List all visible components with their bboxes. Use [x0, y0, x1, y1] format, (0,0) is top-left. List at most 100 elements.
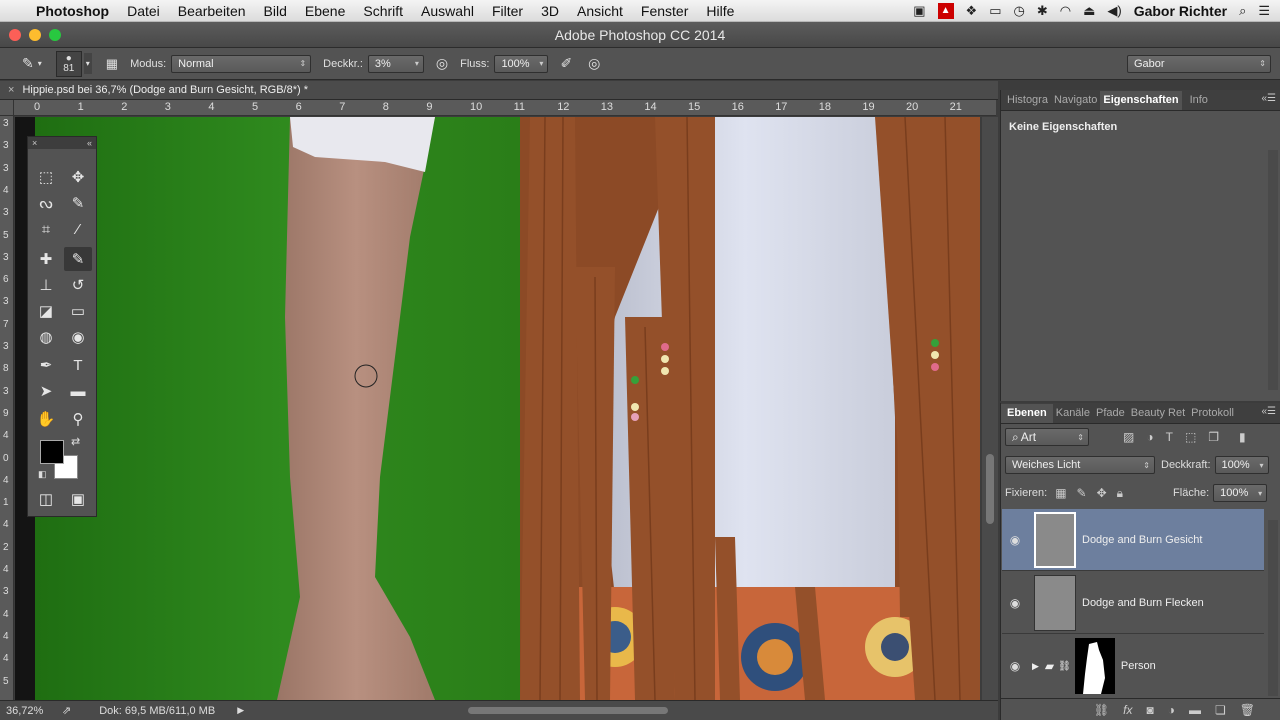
minimize-window-button[interactable] — [29, 29, 41, 41]
lock-pixels-icon[interactable]: ✎ — [1077, 486, 1087, 500]
clone-stamp-tool-icon[interactable]: ⊥ — [32, 273, 60, 297]
layer-name[interactable]: Dodge and Burn Flecken — [1082, 597, 1204, 609]
zoom-level[interactable]: 36,72% — [6, 705, 56, 717]
default-colors-icon[interactable]: ◧ — [38, 469, 47, 480]
layer-filter-select[interactable]: ⌕ Art ⇕ — [1005, 428, 1089, 446]
layer-style-icon[interactable]: fx — [1123, 703, 1132, 717]
blend-mode-select[interactable]: Weiches Licht ⇕ — [1005, 456, 1155, 474]
tab-channels[interactable]: Kanäle — [1053, 404, 1093, 423]
menu-ebene[interactable]: Ebene — [305, 3, 345, 19]
expand-group-icon[interactable]: ▶ — [1032, 661, 1039, 672]
crop-tool-icon[interactable]: ⌗ — [32, 217, 60, 241]
dropbox-icon[interactable]: ❖ — [966, 3, 978, 19]
quick-selection-tool-icon[interactable]: ✎ — [64, 191, 92, 215]
tool-preset-arrow-icon[interactable]: ▾ — [38, 59, 42, 68]
workspace-select[interactable]: Gabor ⇕ — [1127, 54, 1271, 73]
canvas-vertical-scrollbar[interactable] — [982, 117, 998, 700]
menu-datei[interactable]: Datei — [127, 3, 160, 19]
document-tab[interactable]: × Hippie.psd bei 36,7% (Dodge and Burn G… — [0, 81, 998, 100]
horizontal-scroll-thumb[interactable] — [468, 707, 668, 714]
brush-panel-icon[interactable]: ▦ — [106, 56, 118, 72]
dodge-tool-icon[interactable]: ◉ — [64, 325, 92, 349]
layers-panel-menu-icon[interactable]: «☰ — [1261, 406, 1276, 417]
rectangle-tool-icon[interactable]: ▬ — [64, 379, 92, 403]
swap-colors-icon[interactable]: ⇄ — [71, 435, 80, 448]
app-menu[interactable]: Photoshop — [36, 3, 109, 19]
brush-tool-icon[interactable]: ✎ — [22, 55, 34, 72]
document-canvas[interactable] — [15, 117, 980, 700]
vertical-scroll-thumb[interactable] — [986, 454, 994, 524]
close-document-icon[interactable]: × — [8, 84, 14, 96]
brush-tool-icon[interactable]: ✎ — [64, 247, 92, 271]
menu-bild[interactable]: Bild — [264, 3, 287, 19]
tab-navigator[interactable]: Navigato — [1051, 91, 1100, 110]
lasso-tool-icon[interactable]: ᔓ — [32, 191, 60, 215]
screen-icon[interactable]: ▣ — [913, 3, 925, 19]
filter-pixel-icon[interactable]: ▨ — [1123, 430, 1134, 444]
pen-tool-icon[interactable]: ✒ — [32, 353, 60, 377]
brush-size-picker[interactable]: ● 81 — [55, 50, 82, 77]
new-adjustment-layer-icon[interactable]: ◑ — [1168, 703, 1175, 717]
tab-info[interactable]: Info — [1182, 91, 1211, 110]
menu-auswahl[interactable]: Auswahl — [421, 3, 474, 19]
app-status-icon[interactable]: ▲ — [937, 3, 954, 19]
tab-beauty-retouch[interactable]: Beauty Ret — [1128, 404, 1188, 423]
properties-panel-menu-icon[interactable]: «☰ — [1261, 93, 1276, 104]
new-group-icon[interactable]: ▬ — [1189, 703, 1201, 717]
opacity-field[interactable]: 3% ▾ — [367, 54, 424, 73]
eraser-tool-icon[interactable]: ◪ — [32, 299, 60, 323]
menu-3d[interactable]: 3D — [541, 3, 559, 19]
layer-row[interactable]: ◉ ▶ ▰ ⛓ Person — [1002, 635, 1264, 697]
brush-arrow-icon[interactable]: ▾ — [83, 53, 92, 74]
new-layer-icon[interactable]: ❏ — [1215, 703, 1226, 717]
properties-scrollbar[interactable] — [1268, 150, 1278, 390]
menu-ansicht[interactable]: Ansicht — [577, 3, 623, 19]
menu-schrift[interactable]: Schrift — [363, 3, 403, 19]
menu-filter[interactable]: Filter — [492, 3, 523, 19]
foreground-color-swatch[interactable] — [40, 440, 64, 464]
layer-row[interactable]: ◉ Dodge and Burn Flecken — [1002, 572, 1264, 634]
layer-fill-field[interactable]: 100% ▾ — [1213, 484, 1268, 502]
filter-adjustment-icon[interactable]: ◑ — [1146, 430, 1153, 444]
tab-layers[interactable]: Ebenen — [1001, 404, 1053, 423]
layer-row[interactable]: ◉ Dodge and Burn Gesicht — [1002, 509, 1264, 571]
ruler-corner[interactable] — [0, 100, 14, 116]
ruler-top[interactable]: 0 1 2 3 4 5 6 7 8 9 10 11 12 13 14 15 16 17 18 19 20 21 — [14, 100, 996, 116]
type-tool-icon[interactable]: T — [64, 353, 92, 377]
filter-type-icon[interactable]: T — [1166, 430, 1173, 444]
lock-transparency-icon[interactable]: ▦ — [1055, 486, 1066, 500]
layer-name[interactable]: Dodge and Burn Gesicht — [1082, 534, 1202, 546]
layer-name[interactable]: Person — [1121, 660, 1156, 672]
pressure-opacity-icon[interactable]: ◎ — [436, 55, 448, 72]
move-tool-icon[interactable]: ✥ — [64, 165, 92, 189]
history-brush-tool-icon[interactable]: ↺ — [64, 273, 92, 297]
time-machine-icon[interactable]: ◷ — [1013, 3, 1024, 19]
tab-paths[interactable]: Pfade — [1093, 404, 1128, 423]
toolbox-collapse-icon[interactable]: « — [87, 138, 92, 148]
toolbox-close-icon[interactable]: × — [32, 138, 37, 148]
pressure-size-icon[interactable]: ◎ — [588, 55, 600, 72]
user-name[interactable]: Gabor Richter — [1134, 3, 1227, 19]
zoom-window-button[interactable] — [49, 29, 61, 41]
healing-brush-tool-icon[interactable]: ✚ — [32, 247, 60, 271]
airplay-icon[interactable]: ▭ — [989, 3, 1001, 19]
spotlight-icon[interactable]: ⌕ — [1239, 3, 1246, 19]
layers-scrollbar[interactable] — [1268, 520, 1278, 696]
export-icon[interactable]: ⇗ — [62, 704, 71, 717]
notification-list-icon[interactable]: ☰ — [1258, 3, 1270, 19]
menu-hilfe[interactable]: Hilfe — [706, 3, 734, 19]
filter-smart-object-icon[interactable]: ❐ — [1208, 430, 1219, 444]
layer-opacity-field[interactable]: 100% ▾ — [1214, 456, 1269, 474]
menu-fenster[interactable]: Fenster — [641, 3, 688, 19]
hand-tool-icon[interactable]: ✋ — [32, 407, 60, 431]
mode-select[interactable]: Normal ⇕ — [171, 54, 312, 73]
menu-bearbeiten[interactable]: Bearbeiten — [178, 3, 246, 19]
visibility-eye-icon[interactable]: ◉ — [1002, 596, 1028, 610]
link-layers-icon[interactable]: ⛓ — [1094, 703, 1109, 717]
eject-icon[interactable]: ⏏ — [1083, 3, 1095, 19]
status-menu-arrow-icon[interactable]: ▶ — [237, 705, 244, 716]
blur-tool-icon[interactable]: ◍ — [32, 325, 60, 349]
tab-properties[interactable]: Eigenschaften — [1100, 91, 1182, 110]
marquee-tool-icon[interactable]: ⬚ — [32, 165, 60, 189]
visibility-eye-icon[interactable]: ◉ — [1002, 659, 1028, 673]
